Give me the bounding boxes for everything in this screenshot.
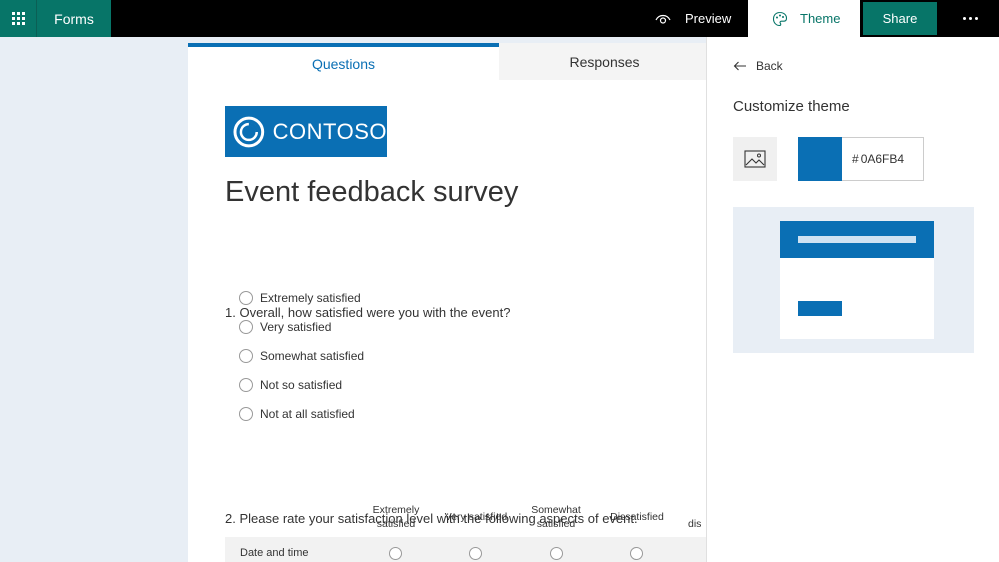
radio-button[interactable]: [239, 349, 253, 363]
radio-button[interactable]: [239, 407, 253, 421]
likert-row-label: Date and time: [240, 547, 309, 559]
color-hex-field[interactable]: #: [842, 137, 924, 181]
form-logo[interactable]: CONTOSO: [225, 106, 387, 157]
likert-column-header: Extremely satisfied: [372, 504, 420, 530]
theme-preview-card: [780, 221, 934, 339]
preview-button[interactable]: Preview: [645, 0, 740, 37]
theme-button[interactable]: Theme: [748, 0, 860, 37]
likert-row: Date and time: [225, 537, 706, 562]
option-somewhat-satisfied[interactable]: Somewhat satisfied: [239, 349, 364, 363]
form-card: Questions Responses CONTOSO Event feedba…: [188, 43, 706, 562]
customize-theme-panel: Back Customize theme #: [706, 37, 999, 562]
image-icon: [744, 150, 766, 168]
option-not-so-satisfied[interactable]: Not so satisfied: [239, 378, 342, 392]
hash-symbol: #: [852, 152, 859, 166]
form-title[interactable]: Event feedback survey: [225, 176, 518, 209]
tab-responses[interactable]: Responses: [499, 43, 706, 80]
ellipsis-icon: [962, 17, 966, 20]
radio-button[interactable]: [550, 547, 563, 560]
back-label: Back: [756, 59, 783, 73]
preview-label: Preview: [685, 11, 732, 26]
option-extremely-satisfied[interactable]: Extremely satisfied: [239, 291, 361, 305]
likert-column-header: dis: [688, 518, 702, 530]
waffle-icon: [11, 12, 25, 25]
theme-preview-header: [780, 221, 934, 258]
upload-image-button[interactable]: [733, 137, 777, 181]
radio-button[interactable]: [239, 378, 253, 392]
app-launcher-button[interactable]: [0, 0, 37, 37]
arrow-left-icon: [733, 61, 746, 71]
palette-icon: [772, 11, 788, 26]
theme-label: Theme: [800, 11, 841, 26]
top-bar: Forms Preview Theme Share: [0, 0, 999, 37]
panel-title: Customize theme: [733, 98, 850, 115]
option-label: Extremely satisfied: [260, 291, 361, 305]
option-label: Very satisfied: [260, 320, 332, 334]
share-button[interactable]: Share: [863, 2, 937, 35]
logo-text: CONTOSO: [272, 118, 387, 144]
option-very-satisfied[interactable]: Very satisfied: [239, 320, 331, 334]
likert-column-header: Dissatisfied: [610, 511, 664, 523]
radio-button[interactable]: [239, 291, 253, 305]
option-not-at-all-satisfied[interactable]: Not at all satisfied: [239, 407, 355, 421]
option-label: Not so satisfied: [260, 378, 343, 392]
more-options-button[interactable]: [950, 0, 990, 37]
theme-preview-option[interactable]: [733, 207, 974, 353]
question-1-title[interactable]: 1. Overall, how satisfied were you with …: [225, 305, 510, 320]
app-name[interactable]: Forms: [37, 0, 111, 37]
option-label: Somewhat satisfied: [260, 349, 365, 363]
color-hex-input[interactable]: [860, 152, 921, 166]
theme-preview-title-bar: [798, 236, 916, 243]
tab-questions[interactable]: Questions: [188, 43, 499, 80]
contoso-logo-icon: [233, 116, 265, 147]
form-tabs: Questions Responses: [188, 43, 706, 80]
eye-icon: [655, 14, 671, 24]
likert-column-header: Somewhat satisfied: [531, 504, 581, 530]
radio-button[interactable]: [469, 547, 482, 560]
radio-button[interactable]: [630, 547, 643, 560]
back-button[interactable]: Back: [733, 59, 783, 73]
option-label: Not at all satisfied: [260, 407, 355, 421]
likert-column-header: Very satisfied: [444, 511, 508, 523]
radio-button[interactable]: [389, 547, 402, 560]
tab-responses-label: Responses: [569, 53, 640, 70]
radio-button[interactable]: [239, 320, 253, 334]
theme-preview-button: [798, 301, 842, 316]
color-swatch[interactable]: [798, 137, 842, 181]
